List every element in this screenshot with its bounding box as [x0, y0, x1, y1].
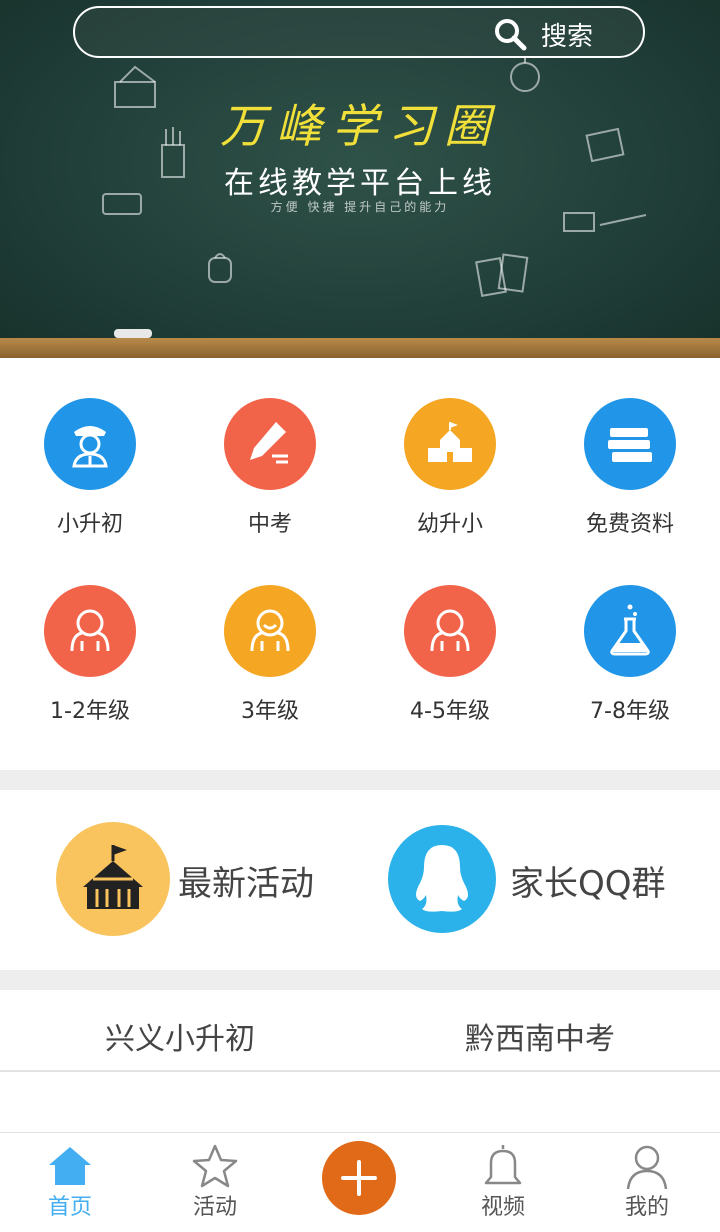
bell-icon [484, 1145, 522, 1185]
tab-qianxinan-zhongkao[interactable]: 黔西南中考 [360, 1014, 720, 1058]
category-label: 免费资料 [585, 512, 674, 537]
home-icon [49, 1147, 91, 1185]
category-zhongkao[interactable]: 中考 [180, 398, 360, 558]
region-tabs: 兴义小升初 黔西南中考 [0, 990, 720, 1072]
feature-row: 最新活动 家长QQ群 [0, 790, 720, 970]
tent-icon [83, 845, 143, 909]
search-bar[interactable]: 搜索 [73, 6, 645, 58]
list-area [0, 1072, 720, 1132]
category-label: 1-2年级 [50, 699, 130, 724]
category-circle [224, 398, 316, 490]
nav-label: 首页 [47, 1195, 92, 1220]
feature-circle [388, 825, 496, 933]
qq-penguin-icon [416, 845, 468, 912]
banner-tagline: 方便 快捷 提升自己的能力 [270, 200, 450, 214]
nav-video[interactable]: 视频 [443, 1141, 563, 1221]
student-icon [72, 426, 108, 468]
feature-circle [56, 822, 170, 936]
books-icon [608, 428, 652, 462]
category-grade-3[interactable]: 3年级 [180, 585, 360, 745]
category-label: 7-8年级 [590, 699, 670, 724]
category-circle [404, 398, 496, 490]
bottom-nav: 首页 活动 视频 我的 [0, 1132, 720, 1232]
parent-qq-group-button[interactable]: 家长QQ群 [388, 822, 688, 936]
category-label: 幼升小 [416, 512, 483, 537]
category-circle [404, 585, 496, 677]
category-grade-4-5[interactable]: 4-5年级 [360, 585, 540, 745]
chalk-doodle-icon [208, 253, 232, 283]
child-icon [70, 609, 110, 652]
category-free-materials[interactable]: 免费资料 [540, 398, 720, 558]
nav-label: 视频 [480, 1195, 525, 1220]
category-circle [584, 585, 676, 677]
banner-carousel[interactable]: 万峰学习圈 在线教学平台上线 方便 快捷 提升自己的能力 搜索 [0, 0, 720, 358]
chalk-doodle-icon [475, 253, 529, 297]
search-label[interactable]: 搜索 [541, 16, 593, 53]
banner-subtitle: 在线教学平台上线 [224, 166, 496, 201]
category-circle [44, 585, 136, 677]
nav-mine[interactable]: 我的 [587, 1141, 707, 1221]
person-icon [626, 1145, 668, 1190]
category-label: 3年级 [241, 699, 299, 724]
nav-home[interactable]: 首页 [10, 1141, 130, 1221]
school-icon [428, 422, 472, 462]
category-grade-1-2[interactable]: 1-2年级 [0, 585, 180, 745]
child-icon [250, 609, 290, 652]
publish-plus-button[interactable] [322, 1141, 396, 1215]
tab-xingyi-xiaoshengchu[interactable]: 兴义小升初 [0, 1014, 360, 1058]
chalkboard-eraser [114, 329, 152, 338]
chalkboard-ledge [0, 338, 720, 358]
nav-activity[interactable]: 活动 [155, 1141, 275, 1221]
category-grade-7-8[interactable]: 7-8年级 [540, 585, 720, 745]
category-grid: 小升初 中考 幼升小 免费资料 1-2年级 3年级 4-5年级 7-8年级 [0, 358, 720, 770]
latest-activity-button[interactable]: 最新活动 [56, 822, 336, 936]
section-divider [0, 770, 720, 790]
star-icon [192, 1144, 238, 1188]
feature-label: 家长QQ群 [510, 864, 666, 904]
category-label: 中考 [247, 512, 292, 537]
banner-title: 万峰学习圈 [220, 99, 500, 153]
category-label: 小升初 [56, 512, 123, 537]
feature-label: 最新活动 [178, 864, 314, 904]
search-icon[interactable] [493, 17, 527, 51]
category-circle [584, 398, 676, 490]
nav-label: 活动 [192, 1195, 237, 1220]
child-icon [430, 609, 470, 652]
nav-label: 我的 [624, 1195, 669, 1220]
category-label: 4-5年级 [410, 699, 490, 724]
flask-icon [610, 604, 650, 656]
category-circle [224, 585, 316, 677]
section-divider [0, 970, 720, 990]
chalk-doodle-icon [510, 57, 540, 92]
category-xiaoshengchu[interactable]: 小升初 [0, 398, 180, 558]
pencil-icon [250, 422, 288, 464]
category-youshengxiao[interactable]: 幼升小 [360, 398, 540, 558]
category-circle [44, 398, 136, 490]
